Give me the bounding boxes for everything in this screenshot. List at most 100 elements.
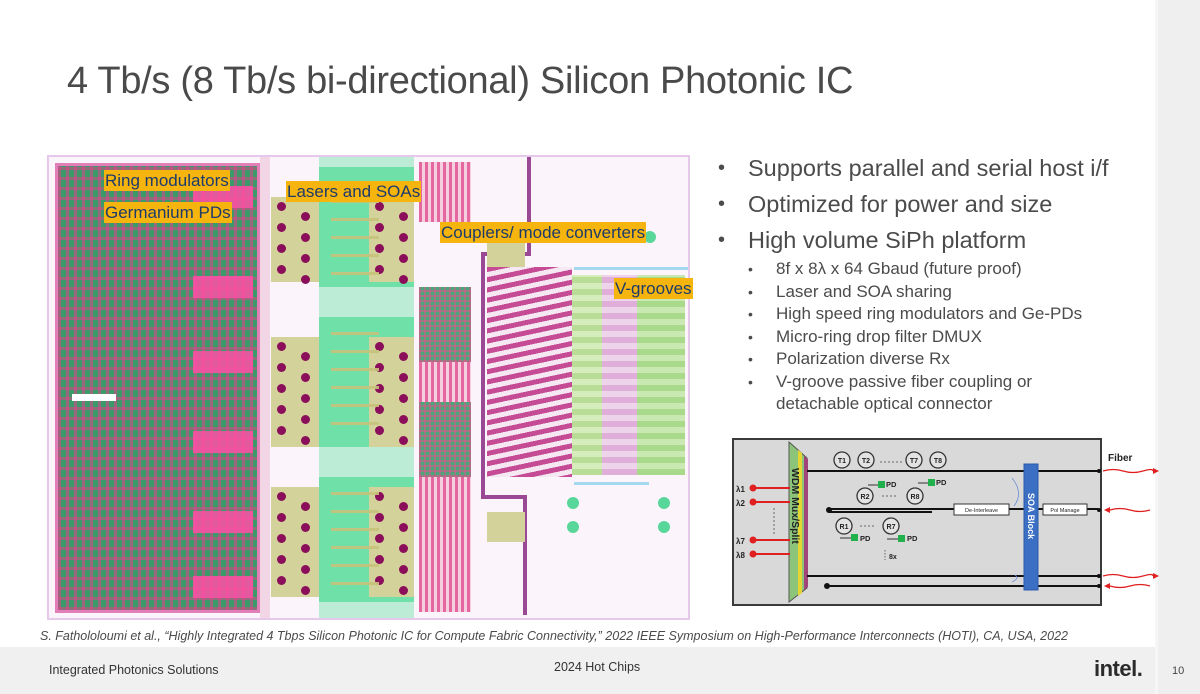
slide-title: 4 Tb/s (8 Tb/s bi-directional) Silicon P…: [67, 60, 854, 102]
ring-label: T8: [934, 458, 942, 465]
footer-left-text: Integrated Photonics Solutions: [49, 663, 219, 677]
ring-label: T7: [910, 458, 918, 465]
laser-dot: [301, 233, 310, 242]
laser-dot: [399, 352, 408, 361]
soa-waveguide: [331, 510, 379, 513]
laser-dot: [399, 373, 408, 382]
footer-center-text: 2024 Hot Chips: [554, 660, 641, 674]
photodetector-icon: [928, 479, 935, 486]
mode-converter-spiral: [487, 267, 572, 477]
laser-dot: [277, 244, 286, 253]
svg-text:PD: PD: [907, 534, 918, 543]
soa-waveguide: [331, 546, 379, 549]
laser-dot: [301, 436, 310, 445]
laser-dot: [301, 544, 310, 553]
fiber-label: Fiber: [1108, 453, 1133, 464]
svg-text:PD: PD: [936, 478, 947, 487]
sub-bullet-item: V-groove passive fiber coupling or: [718, 371, 1109, 394]
soa-waveguide: [331, 350, 379, 353]
soa-waveguide: [331, 272, 379, 275]
chip-border-strip: [260, 157, 270, 618]
laser-dot: [301, 254, 310, 263]
laser-dot: [301, 373, 310, 382]
laser-dot: [399, 586, 408, 595]
laser-dot: [277, 576, 286, 585]
laser-dot: [399, 544, 408, 553]
sub-bullet-item: Laser and SOA sharing: [718, 281, 1109, 304]
soa-waveguide: [331, 254, 379, 257]
ring-label: R2: [861, 494, 870, 501]
laser-dot: [277, 555, 286, 564]
photodetector-icon: [878, 481, 885, 488]
feature-bullet-list: Supports parallel and serial host i/f Op…: [718, 150, 1109, 416]
laser-dot: [399, 565, 408, 574]
laser-dot: [399, 502, 408, 511]
laser-dot: [301, 523, 310, 532]
coupler-grid: [419, 162, 471, 222]
intel-logo: intel.: [1094, 656, 1143, 681]
laser-dot: [399, 394, 408, 403]
vgroove-edge: [574, 482, 649, 485]
coupler-grid: [419, 477, 471, 612]
routing-line: [481, 495, 526, 499]
laser-source-icon: [749, 536, 757, 544]
page-number: 10: [1172, 665, 1185, 677]
laser-dot: [399, 233, 408, 242]
deinterleave-label: De-Interleave: [965, 508, 998, 514]
soa-waveguide: [331, 528, 379, 531]
wavelength-label: λ1: [736, 485, 745, 494]
v-groove-column: [637, 275, 685, 475]
repeat-label: 8x: [889, 554, 897, 561]
alignment-mark: [658, 521, 670, 533]
alignment-mark: [658, 497, 670, 509]
laser-dot: [399, 212, 408, 221]
ring-label: R8: [911, 494, 920, 501]
soa-waveguide: [331, 368, 379, 371]
laser-dot: [301, 502, 310, 511]
laser-dot: [375, 202, 384, 211]
bullet-item: Optimized for power and size: [718, 186, 1109, 222]
sub-bullet-item-continued: detachable optical connector: [776, 394, 993, 413]
vgroove-edge: [574, 267, 688, 270]
photodetector-icon: [898, 535, 905, 542]
laser-dot: [375, 426, 384, 435]
laser-dot: [375, 513, 384, 522]
bullet-item: Supports parallel and serial host i/f: [718, 150, 1109, 186]
wavelength-label: λ8: [736, 551, 745, 560]
laser-dot: [399, 523, 408, 532]
alignment-mark: [567, 521, 579, 533]
alignment-mark: [567, 497, 579, 509]
laser-dot: [277, 363, 286, 372]
laser-dot: [399, 254, 408, 263]
sub-bullet-item: Polarization diverse Rx: [718, 348, 1109, 371]
svg-text:PD: PD: [886, 480, 897, 489]
laser-dot: [399, 436, 408, 445]
ring-label: R1: [840, 524, 849, 531]
laser-dot: [399, 415, 408, 424]
laser-dot: [277, 534, 286, 543]
sub-bullet-item: 8f x 8λ x 64 Gbaud (future proof): [718, 258, 1109, 281]
v-groove-column: [572, 275, 602, 475]
soa-waveguide: [331, 564, 379, 567]
laser-dot: [301, 275, 310, 284]
label-v-grooves: V-grooves: [614, 278, 693, 299]
laser-dot: [301, 565, 310, 574]
laser-dot: [375, 223, 384, 232]
label-couplers: Couplers/ mode converters: [440, 222, 647, 243]
soa-waveguide: [331, 492, 379, 495]
laser-dot: [277, 405, 286, 414]
svg-text:PD: PD: [860, 534, 871, 543]
coupler-grid: [419, 402, 471, 477]
pol-manage-label: Pol Manage: [1050, 508, 1079, 514]
soa-block-label: SOA Block: [1026, 493, 1036, 540]
laser-dot: [301, 352, 310, 361]
laser-dot: [277, 492, 286, 501]
soa-waveguide: [331, 422, 379, 425]
photodetector-icon: [851, 534, 858, 541]
soa-waveguide: [331, 218, 379, 221]
coupler-grid: [419, 287, 471, 362]
laser-source-icon: [749, 498, 757, 506]
laser-dot: [277, 384, 286, 393]
laser-dot: [277, 265, 286, 274]
laser-source-icon: [749, 484, 757, 492]
